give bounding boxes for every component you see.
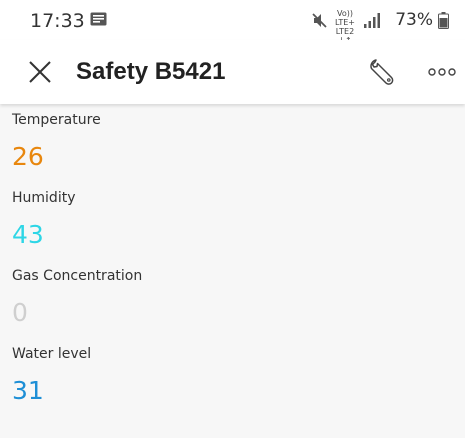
metric-label: Water level — [12, 346, 92, 362]
close-button[interactable] — [20, 52, 60, 92]
metric-water-level: Water level 31 — [12, 346, 91, 405]
status-indicators: Vo)) LTE+ LTE2 ↓↑ 73% — [251, 9, 451, 45]
app-screen: 17:33 Vo)) LTE+ LTE2 ↓↑ 73% — [0, 0, 465, 438]
metric-label: Temperature — [12, 112, 101, 128]
page-title: Safety B5421 — [76, 58, 226, 85]
metric-value: 0 — [12, 298, 28, 327]
status-bar: 17:33 Vo)) LTE+ LTE2 ↓↑ 73% — [0, 0, 465, 45]
more-icon — [428, 68, 456, 76]
message-icon — [90, 12, 107, 26]
metric-value: 26 — [12, 142, 44, 171]
metric-temperature: Temperature 26 — [12, 112, 101, 171]
network-type: Vo)) LTE+ LTE2 ↓↑ — [331, 9, 359, 45]
app-bar: Safety B5421 — [0, 40, 465, 104]
status-time: 17:33 — [30, 10, 85, 32]
more-options-button[interactable] — [422, 52, 462, 92]
metric-humidity: Humidity 43 — [12, 190, 75, 249]
mute-icon — [312, 13, 327, 28]
battery-icon — [438, 12, 449, 29]
battery-percent: 73% — [395, 10, 433, 30]
signal-icon — [364, 13, 380, 28]
settings-button[interactable] — [362, 52, 402, 92]
wrench-icon — [370, 59, 394, 85]
metric-value: 31 — [12, 376, 44, 405]
metric-gas-concentration: Gas Concentration 0 — [12, 268, 142, 327]
metric-value: 43 — [12, 220, 44, 249]
volte-label: Vo)) LTE+ — [335, 9, 355, 27]
metric-label: Gas Concentration — [12, 268, 143, 284]
close-icon — [29, 61, 51, 83]
metric-label: Humidity — [12, 190, 76, 206]
